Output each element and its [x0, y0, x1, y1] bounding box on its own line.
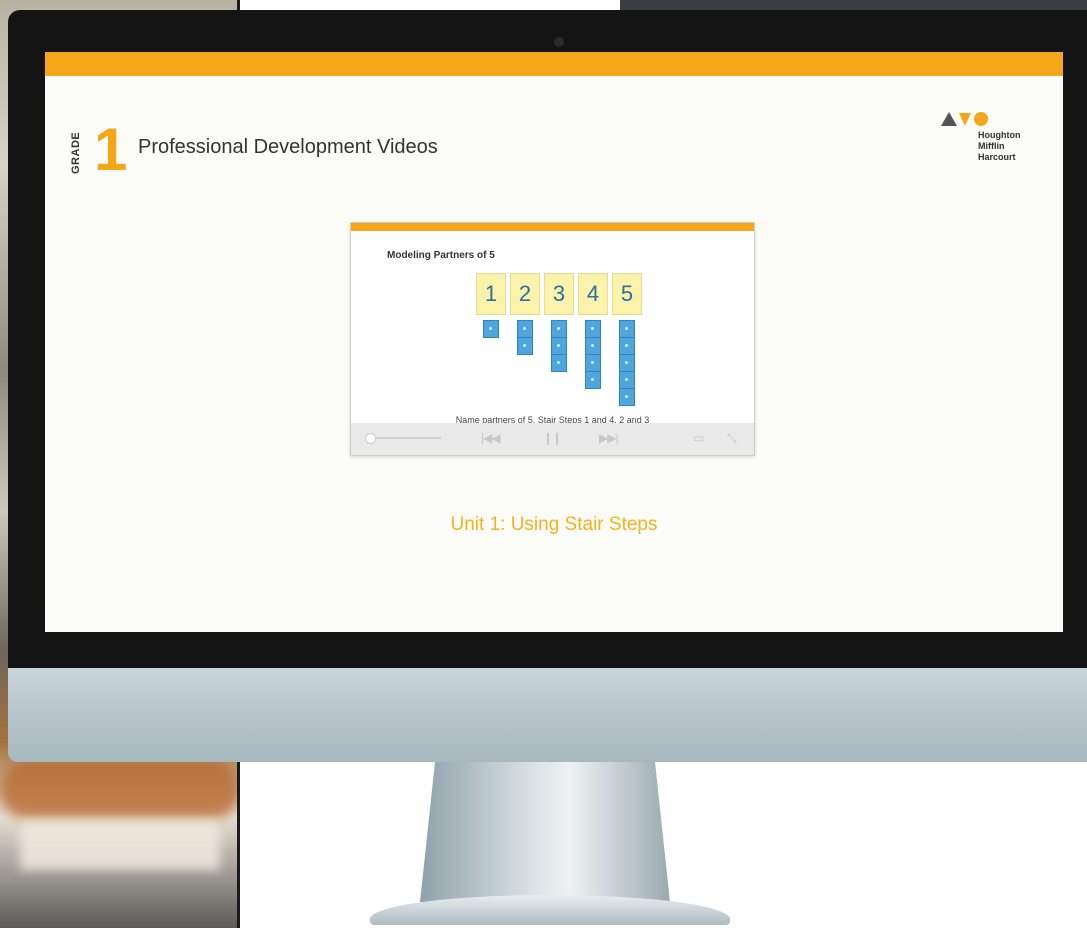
cube: [518, 338, 532, 354]
cube: [620, 389, 634, 405]
number-card: 5: [612, 273, 642, 315]
monitor-chin: [8, 668, 1087, 762]
cube: [586, 321, 600, 338]
cube-tower: [551, 320, 567, 372]
grade-number: 1: [94, 116, 128, 183]
number-card: 2: [510, 273, 540, 315]
video-controls: |◀◀ ❙❙ ▶▶| ▭ ⤡: [351, 423, 754, 455]
cube-tower: [517, 320, 533, 355]
progress-track[interactable]: [369, 437, 441, 439]
cube: [586, 372, 600, 388]
grade-label: GRADE: [70, 131, 82, 174]
video-player[interactable]: Modeling Partners of 5 12345 Name partne…: [350, 222, 755, 456]
cube: [620, 321, 634, 338]
progress-handle[interactable]: [365, 433, 376, 444]
cube-tower: [585, 320, 601, 389]
unit-title: Unit 1: Using Stair Steps: [450, 514, 658, 535]
cube: [586, 355, 600, 372]
logo-line: Harcourt: [978, 152, 1016, 162]
background-blur: [0, 760, 240, 820]
top-accent-bar: [45, 52, 1063, 76]
video-heading: Modeling Partners of 5: [387, 250, 495, 261]
cube: [620, 372, 634, 389]
number-card: 1: [476, 273, 506, 315]
hmh-logo-shapes-icon: [941, 112, 988, 126]
cube: [518, 321, 532, 338]
logo-line: Mifflin: [978, 141, 1005, 151]
video-accent-bar: [351, 223, 754, 231]
cube-tower: [483, 320, 499, 338]
captions-icon[interactable]: ▭: [693, 431, 704, 445]
number-card: 3: [544, 273, 574, 315]
cube: [586, 338, 600, 355]
monitor-screen: GRADE 1 Professional Development Videos …: [45, 52, 1063, 632]
page-title: Professional Development Videos: [138, 136, 438, 158]
logo-line: Houghton: [978, 130, 1021, 140]
hmh-logo-text: Houghton Mifflin Harcourt: [978, 130, 1020, 163]
cube: [552, 321, 566, 338]
background-blur: [20, 820, 220, 870]
monitor-stand: [420, 762, 670, 902]
cube-tower: [619, 320, 635, 406]
cube: [552, 355, 566, 371]
camera-icon: [554, 37, 564, 47]
rewind-icon[interactable]: |◀◀: [481, 431, 501, 445]
cube: [620, 338, 634, 355]
fast-forward-icon[interactable]: ▶▶|: [599, 431, 619, 445]
cube: [552, 338, 566, 355]
pause-icon[interactable]: ❙❙: [543, 431, 562, 445]
number-card: 4: [578, 273, 608, 315]
fullscreen-icon[interactable]: ⤡: [727, 431, 737, 446]
cube: [620, 355, 634, 372]
cube: [484, 321, 498, 337]
